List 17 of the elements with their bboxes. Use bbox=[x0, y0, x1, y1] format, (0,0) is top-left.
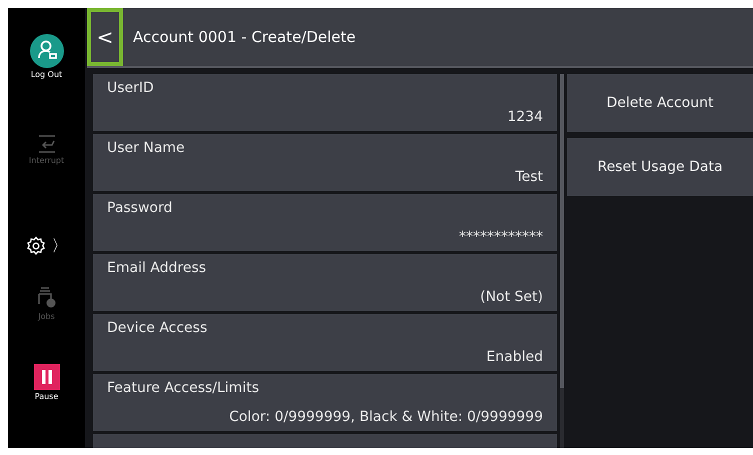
logout-button[interactable]: Log Out bbox=[12, 34, 82, 134]
settings-icon bbox=[26, 236, 46, 256]
pause-button[interactable]: Pause bbox=[12, 364, 82, 401]
action-button[interactable]: Reset Usage Data bbox=[567, 138, 753, 196]
setting-row[interactable]: UserID 1234 bbox=[93, 74, 557, 131]
setting-row[interactable]: Device Access Enabled bbox=[93, 314, 557, 371]
printer-icon bbox=[36, 286, 58, 310]
back-button[interactable]: < bbox=[87, 8, 123, 66]
setting-row[interactable]: Email Address (Not Set) bbox=[93, 254, 557, 311]
page-title: Account 0001 - Create/Delete bbox=[133, 28, 356, 46]
settings-button[interactable]: 〉 bbox=[12, 206, 82, 286]
setting-row[interactable]: Feature Access/Limits Color: 0/9999999, Black & White: 0/9999999 bbox=[93, 374, 557, 431]
setting-row[interactable]: Password ************ bbox=[93, 194, 557, 251]
setting-row[interactable]: User Name Test bbox=[93, 134, 557, 191]
pause-icon bbox=[34, 364, 60, 390]
action-button[interactable]: Delete Account bbox=[567, 74, 753, 132]
user-icon bbox=[30, 34, 64, 68]
